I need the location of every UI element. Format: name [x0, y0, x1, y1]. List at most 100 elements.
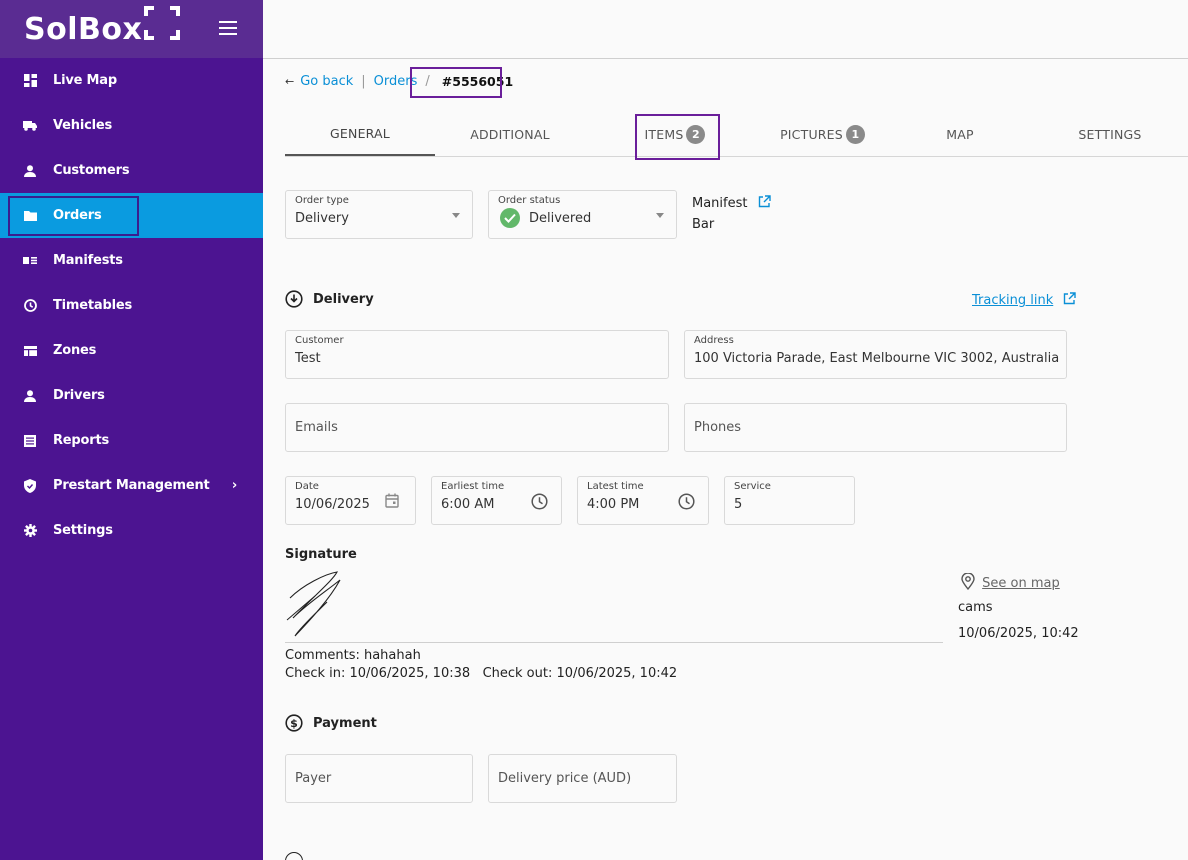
earliest-time-field[interactable]: Earliest time 6:00 AM — [431, 476, 562, 525]
gear-icon — [23, 524, 37, 538]
breadcrumb-separator: | — [361, 74, 366, 89]
delivery-price-field[interactable]: Delivery price (AUD) — [488, 754, 677, 803]
phones-field[interactable]: Phones — [684, 403, 1067, 452]
sidebar-item-settings[interactable]: Settings — [0, 508, 263, 553]
dashboard-icon — [23, 74, 37, 88]
field-placeholder: Payer — [295, 771, 332, 786]
field-label: Customer — [295, 335, 344, 346]
clock-icon — [23, 299, 37, 313]
date-field[interactable]: Date 10/06/2025 — [285, 476, 416, 525]
person-icon — [23, 164, 37, 178]
manifest-label: Manifest — [692, 195, 771, 212]
main-content: ← Go back | Orders / #5556051 GENERAL AD… — [263, 0, 1188, 860]
field-label: Address — [694, 335, 734, 346]
menu-toggle-icon[interactable] — [219, 21, 237, 35]
pictures-count-badge: 1 — [845, 124, 865, 144]
sidebar: SolBox Live Map Vehicles Customers Order… — [0, 0, 263, 860]
orders-link[interactable]: Orders — [374, 74, 418, 89]
see-on-map-link[interactable]: See on map — [961, 572, 1060, 594]
payment-section-title: $ Payment — [285, 714, 377, 732]
check-out-time: Check out: 10/06/2025, 10:42 — [482, 666, 678, 681]
sidebar-item-drivers[interactable]: Drivers — [0, 373, 263, 418]
arrow-left-icon: ← — [285, 75, 295, 88]
address-field[interactable]: Address 100 Victoria Parade, East Melbou… — [684, 330, 1067, 379]
clock-icon[interactable] — [531, 493, 548, 514]
field-placeholder: Phones — [694, 420, 742, 435]
sidebar-item-label: Settings — [53, 523, 113, 538]
check-circle-icon — [500, 208, 520, 228]
payer-field[interactable]: Payer — [285, 754, 473, 803]
tab-additional[interactable]: ADDITIONAL — [435, 112, 585, 156]
sidebar-item-customers[interactable]: Customers — [0, 148, 263, 193]
brand-header: SolBox — [0, 0, 263, 58]
sidebar-item-label: Prestart Management — [53, 478, 210, 493]
customer-field[interactable]: Customer Test — [285, 330, 669, 379]
order-id: #5556051 — [441, 74, 514, 89]
items-count-badge: 2 — [686, 124, 706, 144]
signature-title: Signature — [285, 547, 357, 562]
latest-time-field[interactable]: Latest time 4:00 PM — [577, 476, 709, 525]
top-bar — [263, 0, 1188, 59]
delivery-section-title: Delivery — [285, 290, 374, 308]
tab-label: SETTINGS — [1078, 126, 1142, 142]
field-placeholder: Delivery price (AUD) — [498, 771, 632, 786]
sidebar-item-orders[interactable]: Orders — [0, 193, 263, 238]
tab-pictures[interactable]: PICTURES 1 — [735, 112, 910, 156]
sidebar-item-zones[interactable]: Zones — [0, 328, 263, 373]
manifest-value: Bar — [692, 217, 715, 232]
field-value: Test — [295, 351, 321, 366]
tab-settings[interactable]: SETTINGS — [1035, 112, 1185, 156]
sidebar-item-reports[interactable]: Reports — [0, 418, 263, 463]
external-link-icon[interactable] — [758, 195, 771, 212]
field-label: Date — [295, 481, 319, 492]
sidebar-item-label: Reports — [53, 433, 110, 448]
report-icon — [23, 434, 37, 448]
external-link-icon — [1063, 292, 1077, 309]
sidebar-item-label: Vehicles — [53, 118, 112, 133]
check-in-time: Check in: 10/06/2025, 10:38 — [285, 666, 471, 681]
go-back-link[interactable]: Go back — [300, 74, 353, 89]
field-value: 5 — [734, 497, 743, 512]
sidebar-item-label: Drivers — [53, 388, 105, 403]
zones-icon — [23, 344, 37, 358]
clock-icon[interactable] — [678, 493, 695, 514]
tab-map[interactable]: MAP — [885, 112, 1035, 156]
signature-image — [285, 570, 345, 640]
signed-at: 10/06/2025, 10:42 — [958, 626, 1079, 641]
tracking-link[interactable]: Tracking link — [972, 292, 1077, 309]
order-type-select[interactable]: Order type Delivery — [285, 190, 473, 239]
signature-comments: Comments: hahahah — [285, 648, 421, 663]
caret-down-icon — [656, 213, 664, 218]
signature-divider — [285, 642, 943, 643]
field-label: Latest time — [587, 481, 644, 492]
service-field[interactable]: Service 5 — [724, 476, 855, 525]
sidebar-item-manifests[interactable]: Manifests — [0, 238, 263, 283]
tab-bar: GENERAL ADDITIONAL ITEMS 2 PICTURES 1 MAP … — [285, 112, 1188, 157]
truck-icon — [23, 119, 37, 133]
dollar-circle-icon: $ — [285, 714, 303, 732]
tab-general[interactable]: GENERAL — [285, 112, 435, 156]
sidebar-item-prestart-management[interactable]: Prestart Management › — [0, 463, 263, 508]
calendar-icon[interactable] — [385, 493, 399, 512]
sidebar-nav: Live Map Vehicles Customers Orders Manif… — [0, 58, 263, 553]
field-placeholder: Emails — [295, 420, 338, 435]
tab-label: MAP — [946, 126, 974, 142]
field-label: Order status — [498, 195, 561, 206]
sidebar-item-label: Customers — [53, 163, 130, 178]
emails-field[interactable]: Emails — [285, 403, 669, 452]
shield-icon — [23, 478, 37, 493]
field-label: Service — [734, 481, 771, 492]
sidebar-item-vehicles[interactable]: Vehicles — [0, 103, 263, 148]
chevron-right-icon: › — [231, 478, 237, 493]
sidebar-item-timetables[interactable]: Timetables — [0, 283, 263, 328]
brand-mark-icon — [144, 6, 181, 40]
brand-logo[interactable]: SolBox — [24, 12, 142, 47]
sidebar-item-live-map[interactable]: Live Map — [0, 58, 263, 103]
download-circle-icon — [285, 290, 303, 308]
sidebar-item-label: Orders — [53, 208, 102, 223]
order-status-select[interactable]: Order status Delivered — [488, 190, 677, 239]
sidebar-item-label: Timetables — [53, 298, 132, 313]
check-times: Check in: 10/06/2025, 10:38 Check out: 1… — [285, 666, 677, 681]
tab-label: ITEMS — [644, 126, 684, 142]
next-section-icon — [285, 852, 303, 860]
